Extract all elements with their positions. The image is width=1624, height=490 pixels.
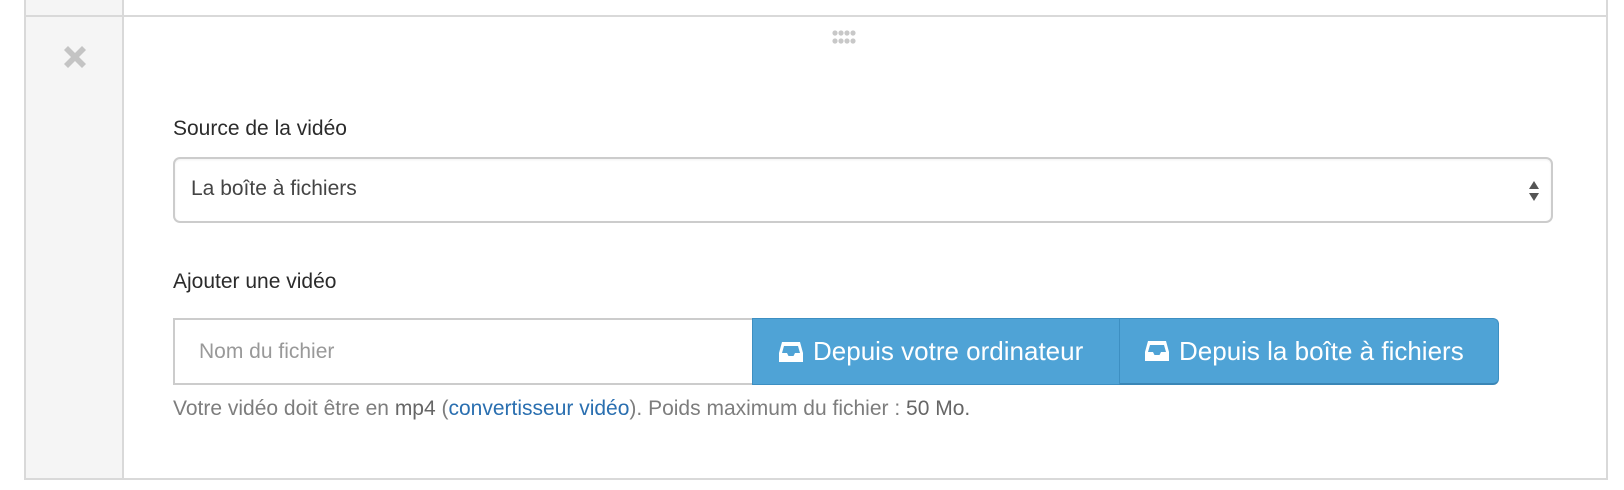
- upload-from-filebox-button[interactable]: Depuis la boîte à fichiers: [1119, 318, 1499, 385]
- help-open-paren: (: [435, 397, 449, 420]
- upload-label: Ajouter une vidéo: [173, 270, 337, 293]
- block-gutter: [26, 17, 124, 478]
- source-label: Source de la vidéo: [173, 117, 347, 140]
- source-select-value: La boîte à fichiers: [191, 177, 357, 200]
- close-icon: [64, 46, 86, 68]
- file-name-input[interactable]: [173, 318, 755, 385]
- inbox-tray-icon: [1145, 341, 1169, 361]
- help-prefix: Votre vidéo doit être en: [173, 397, 395, 420]
- drag-handle-icon: [832, 30, 856, 44]
- drag-handle[interactable]: [831, 28, 857, 48]
- help-size-text: Poids maximum du fichier :: [642, 397, 907, 420]
- select-arrows-icon: [1529, 181, 1539, 201]
- previous-block-edge: [24, 0, 1608, 15]
- previous-block-gutter: [26, 0, 124, 15]
- upload-help-text: Votre vidéo doit être en mp4 (convertiss…: [173, 397, 970, 421]
- remove-block-button[interactable]: [59, 41, 91, 73]
- video-block-frame: Source de la vidéo La boîte à fichiers A…: [24, 0, 1608, 490]
- upload-from-computer-button[interactable]: Depuis votre ordinateur: [752, 318, 1122, 385]
- help-size-value: 50 Mo.: [906, 397, 971, 420]
- source-select[interactable]: La boîte à fichiers: [173, 157, 1553, 223]
- upload-from-filebox-label: Depuis la boîte à fichiers: [1179, 335, 1464, 366]
- inbox-tray-icon: [779, 341, 803, 362]
- help-close-paren: ).: [629, 397, 643, 420]
- upload-from-computer-label: Depuis votre ordinateur: [813, 336, 1084, 366]
- upload-input-group: Depuis votre ordinateur Depuis la boîte …: [173, 318, 1549, 385]
- video-block: Source de la vidéo La boîte à fichiers A…: [24, 15, 1608, 480]
- video-converter-link[interactable]: convertisseur vidéo: [449, 397, 630, 420]
- help-format: mp4: [394, 397, 436, 420]
